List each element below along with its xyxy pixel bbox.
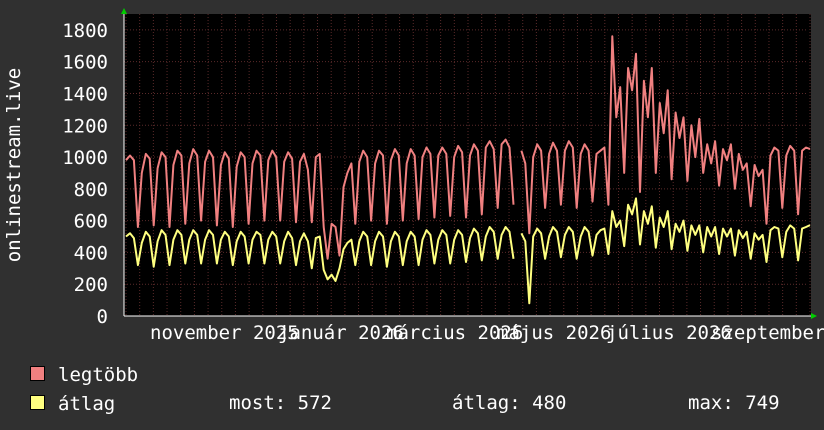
x-axis-arrow (811, 313, 817, 319)
y-tick-label: 1800 (62, 20, 108, 42)
y-tick-labels: 0 200 400 600 800 1000 1200 1400 1600 1800 (62, 20, 108, 328)
y-tick-label: 400 (74, 242, 108, 264)
legtobb-swatch (30, 366, 45, 381)
atlag-label: átlag (58, 393, 116, 415)
legtobb-label: legtöbb (58, 364, 139, 386)
atlag-swatch (30, 395, 45, 410)
y-tick-label: 1000 (62, 147, 108, 169)
y-tick-label: 200 (74, 274, 108, 296)
stat-most: most: 572 (229, 392, 332, 414)
y-axis-label: onlinestream.live (3, 68, 25, 262)
x-tick-label: szeptember (711, 322, 824, 344)
y-tick-label: 600 (74, 211, 108, 233)
y-tick-label: 0 (97, 306, 108, 328)
y-tick-label: 1200 (62, 115, 108, 137)
y-tick-label: 1600 (62, 52, 108, 74)
x-tick-label: május 2026 (497, 322, 611, 344)
x-tick-label: november 2025 (150, 322, 299, 344)
y-axis-arrow (121, 8, 127, 14)
x-tick-label: január 2026 (278, 322, 404, 344)
y-tick-label: 800 (74, 179, 108, 201)
y-tick-label: 1400 (62, 83, 108, 105)
x-tick-labels: november 2025január 2026március 2026máju… (150, 322, 824, 344)
stat-max: max: 749 (688, 392, 780, 414)
stat-atlag: átlag: 480 (452, 392, 567, 414)
